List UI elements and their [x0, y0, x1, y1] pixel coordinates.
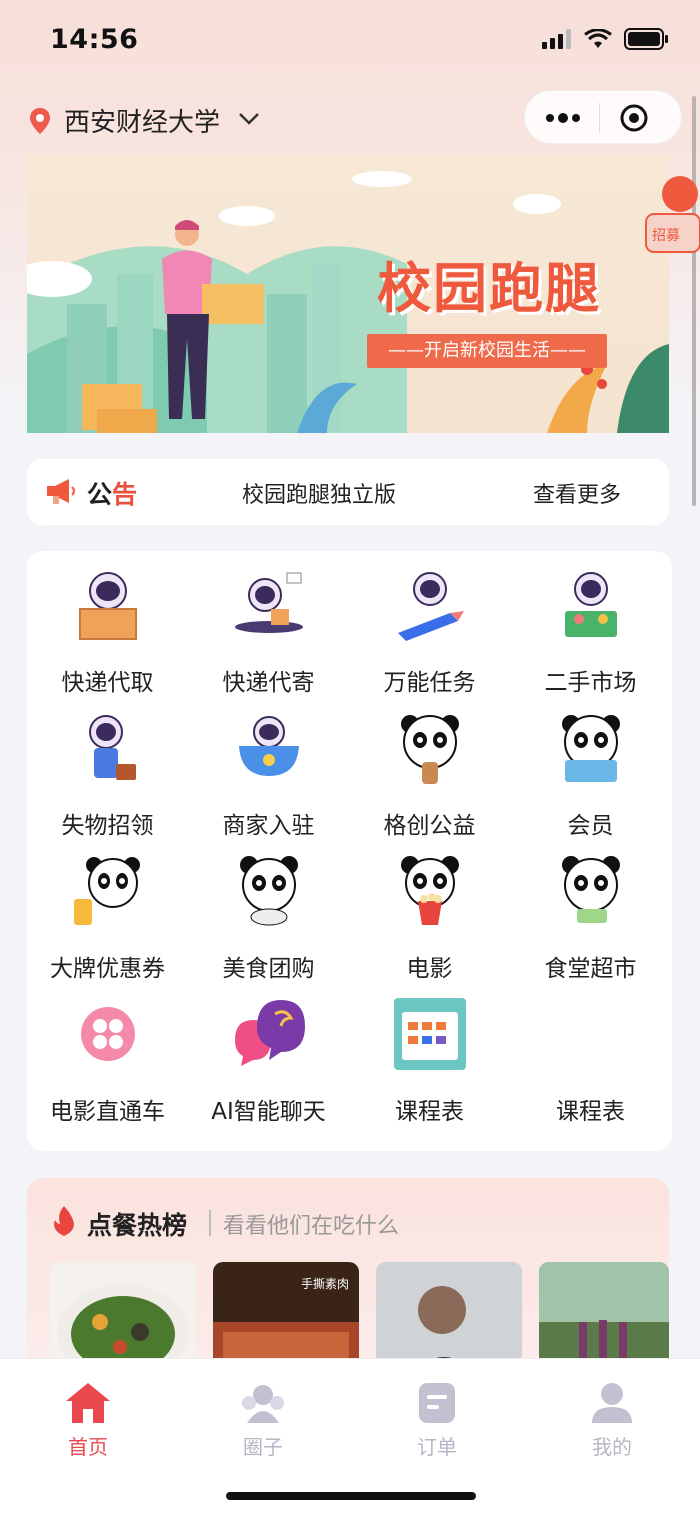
- panda-charity-icon: [400, 715, 459, 784]
- grid-item-food-group[interactable]: 美食团购: [188, 837, 349, 982]
- bottom-tab-bar: 首页 圈子 订单 我的: [0, 1358, 700, 1514]
- grid-item-label: 万能任务: [383, 670, 476, 696]
- home-indicator: [226, 1492, 476, 1500]
- hot-ranking-subtitle: 看看他们在吃什么: [223, 1214, 400, 1239]
- hot-divider: [209, 1210, 211, 1236]
- grid-item-label: AI智能聊天: [211, 1099, 326, 1125]
- astronaut-parcel-icon: [234, 572, 303, 633]
- signal-icon: [542, 29, 571, 49]
- grid-item-charity[interactable]: 格创公益: [349, 694, 510, 839]
- panda-coupon-icon: [73, 857, 140, 925]
- panda-popcorn-icon: [400, 856, 459, 925]
- astronaut-box-icon: [78, 572, 137, 640]
- location-bar: 西安财经大学: [0, 90, 700, 150]
- tab-home[interactable]: 首页: [28, 1381, 148, 1460]
- grid-item-label: 快递代取: [61, 670, 154, 696]
- grid-item-lost-found[interactable]: 失物招领: [27, 694, 188, 839]
- grid-item-movie-express[interactable]: 电影直通车: [27, 980, 188, 1125]
- grid-item-express-pickup[interactable]: 快递代取: [27, 551, 188, 696]
- astronaut-market-icon: [564, 572, 617, 637]
- grid-item-movie[interactable]: 电影: [349, 837, 510, 982]
- grid-item-label: 食堂超市: [544, 956, 637, 982]
- hero-banner[interactable]: 校园跑腿 ——开启新校园生活——: [27, 154, 669, 433]
- grid-item-brand-coupon[interactable]: 大牌优惠券: [27, 837, 188, 982]
- notice-text[interactable]: 校园跑腿独立版: [242, 477, 396, 509]
- status-time: 14:56: [50, 24, 139, 55]
- astronaut-cup-icon: [238, 716, 299, 776]
- flower-icon: [80, 1007, 135, 1061]
- battery-icon: [624, 28, 668, 50]
- fire-icon: [54, 1206, 74, 1236]
- grid-item-label: 电影直通车: [50, 1099, 165, 1125]
- notice-title-a: 公: [87, 480, 113, 509]
- notice-title-b: 告: [112, 480, 138, 509]
- tab-label: 我的: [592, 1435, 632, 1459]
- chevron-down-icon[interactable]: [238, 112, 260, 126]
- grid-item-ai-chat[interactable]: AI智能聊天: [188, 980, 349, 1125]
- grid-item-label: 失物招领: [61, 813, 154, 839]
- hot-ranking-title: 点餐热榜: [87, 1211, 188, 1240]
- recruit-badge-icon: 招募: [645, 176, 700, 253]
- grid-item-express-send[interactable]: 快递代寄: [188, 551, 349, 696]
- grid-item-label: 美食团购: [222, 956, 315, 982]
- grid-item-canteen[interactable]: 食堂超市: [510, 837, 671, 982]
- order-icon: [419, 1383, 455, 1423]
- grid-item-label: 大牌优惠券: [50, 956, 165, 982]
- tab-community[interactable]: 圈子: [203, 1381, 323, 1460]
- tab-label: 首页: [68, 1435, 108, 1459]
- notice-more-link[interactable]: 查看更多: [533, 477, 621, 509]
- capsule-divider: [599, 103, 600, 133]
- recruit-badge-text: 招募: [652, 228, 680, 244]
- grid-item-schedule-2[interactable]: 课程表: [510, 980, 671, 1125]
- floating-recruit-badge[interactable]: 招募: [640, 166, 700, 256]
- megaphone-icon: [47, 479, 75, 504]
- service-grid: 快递代取 快递代寄 万能任务 二手市场 失物招领 商家入驻 格创公益 会员 大牌…: [27, 551, 672, 1151]
- grid-item-universal-task[interactable]: 万能任务: [349, 551, 510, 696]
- grid-item-label: 快递代寄: [222, 670, 315, 696]
- profile-icon: [592, 1383, 632, 1423]
- grid-item-label: 格创公益: [383, 813, 476, 839]
- thumb-caption: 手撕素肉: [301, 1277, 349, 1291]
- miniprogram-capsule: [524, 90, 682, 144]
- close-miniprogram-icon[interactable]: [619, 103, 649, 133]
- community-icon: [242, 1385, 284, 1423]
- panda-canteen-icon: [561, 856, 620, 923]
- wifi-icon: [584, 29, 612, 48]
- notice-title: 公告: [87, 475, 137, 511]
- grid-item-label: 电影: [406, 956, 453, 982]
- grid-item-label: 课程表: [556, 1099, 625, 1125]
- banner-subtitle: ——开启新校园生活——: [367, 334, 607, 368]
- grid-item-member[interactable]: 会员: [510, 694, 671, 839]
- location-pin-icon: [30, 108, 50, 134]
- grid-item-merchant-join[interactable]: 商家入驻: [188, 694, 349, 839]
- panda-food-icon: [239, 856, 298, 926]
- tab-label: 订单: [417, 1435, 457, 1459]
- tab-profile[interactable]: 我的: [552, 1381, 672, 1460]
- calendar-grid-icon: [393, 998, 466, 1070]
- grid-item-label: 课程表: [395, 1099, 464, 1125]
- status-bar: 14:56: [0, 0, 700, 84]
- tab-orders[interactable]: 订单: [377, 1381, 497, 1460]
- home-icon: [66, 1383, 110, 1423]
- astronaut-pencil-icon: [397, 572, 464, 641]
- tab-label: 圈子: [243, 1435, 283, 1459]
- astronaut-briefcase-icon: [88, 715, 136, 780]
- grid-item-second-hand[interactable]: 二手市场: [510, 551, 671, 696]
- banner-title: 校园跑腿: [377, 257, 601, 320]
- grid-item-schedule[interactable]: 课程表: [349, 980, 510, 1125]
- chat-bubbles-icon: [234, 1000, 305, 1066]
- grid-item-label: 二手市场: [544, 670, 637, 696]
- grid-item-label: 会员: [567, 813, 614, 839]
- school-selector[interactable]: 西安财经大学: [64, 102, 220, 139]
- panda-member-icon: [561, 715, 620, 782]
- more-icon[interactable]: [545, 105, 581, 131]
- scroll-indicator: [692, 96, 696, 506]
- grid-item-label: 商家入驻: [222, 813, 315, 839]
- status-icons: [542, 28, 670, 50]
- notice-bar: 公告 校园跑腿独立版 查看更多: [27, 459, 669, 525]
